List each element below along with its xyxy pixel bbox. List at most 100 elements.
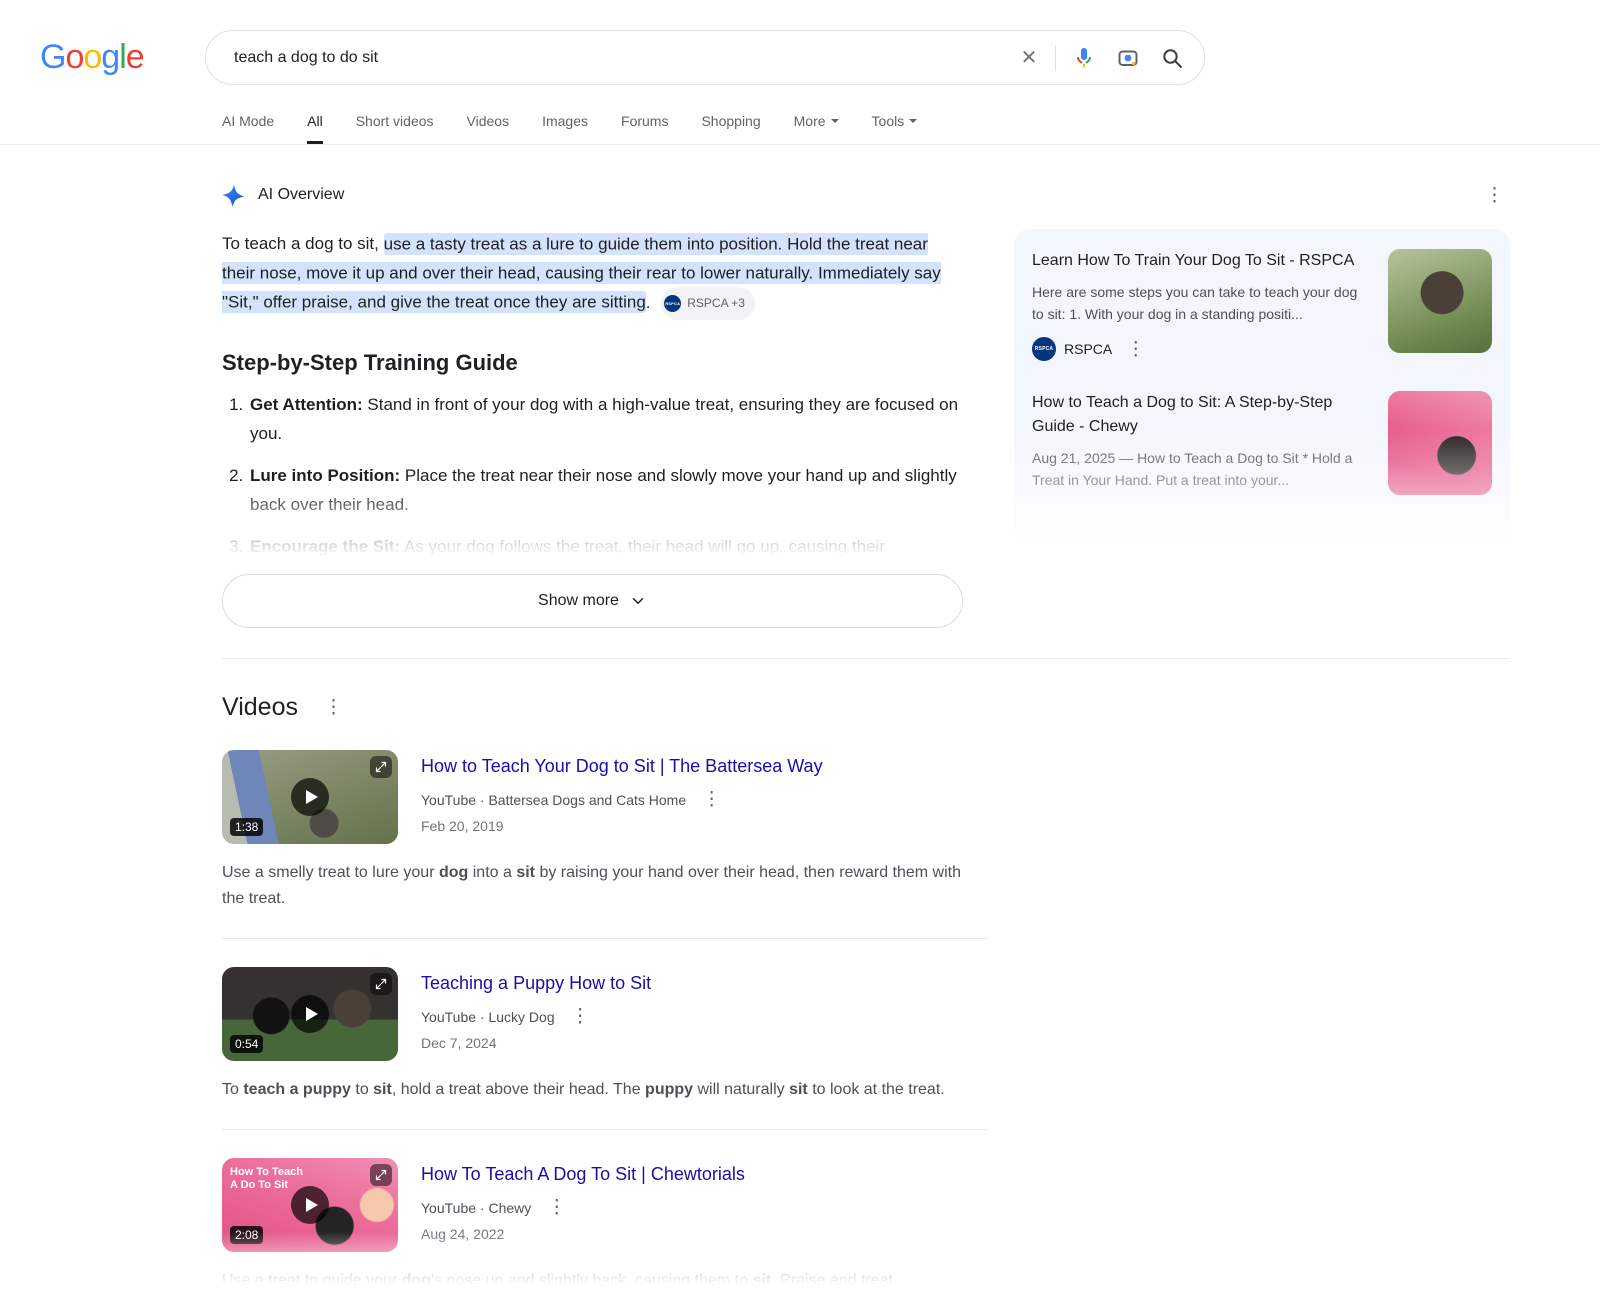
source-card-title[interactable]: Learn How To Train Your Dog To Sit - RSP…	[1032, 249, 1372, 273]
ai-overview-section: AI Overview ⋮ To teach a dog to sit, use…	[222, 145, 1510, 659]
chevron-down-icon	[909, 119, 917, 123]
videos-section: Videos ⋮ 1:38 How to Teach Your Dog to S…	[222, 693, 988, 1294]
play-icon[interactable]	[291, 995, 329, 1033]
ai-overview-paragraph: To teach a dog to sit, use a tasty treat…	[222, 229, 963, 320]
video-source: YouTube · Battersea Dogs and Cats Home	[421, 792, 686, 808]
ai-overview-body: To teach a dog to sit, use a tasty treat…	[222, 229, 963, 628]
video-thumbnail[interactable]: 1:38	[222, 750, 398, 844]
expand-icon[interactable]	[370, 756, 392, 778]
tab-shopping[interactable]: Shopping	[701, 105, 760, 144]
expand-icon[interactable]	[370, 973, 392, 995]
video-duration: 2:08	[230, 1226, 263, 1244]
video-duration: 0:54	[230, 1035, 263, 1053]
tab-label: Images	[542, 113, 588, 129]
tab-label: Tools	[872, 113, 905, 129]
tab-forums[interactable]: Forums	[621, 105, 668, 144]
play-icon[interactable]	[291, 1186, 329, 1224]
ai-overview-text: To teach a dog to sit, use a tasty treat…	[222, 233, 941, 314]
ai-overview-menu-icon[interactable]: ⋮	[1479, 184, 1510, 207]
lens-icon[interactable]	[1116, 46, 1140, 70]
video-date: Dec 7, 2024	[421, 1035, 651, 1051]
logo-letter: o	[65, 38, 83, 76]
results-tabbar: AI Mode All Short videos Videos Images F…	[0, 105, 1600, 145]
ai-sparkle-icon	[222, 183, 246, 207]
source-card[interactable]: How to Teach a Dog to Sit: A Step-by-Ste…	[1032, 391, 1492, 495]
video-description: To teach a puppy to sit, hold a treat ab…	[222, 1077, 978, 1103]
video-title-link[interactable]: Teaching a Puppy How to Sit	[421, 971, 651, 995]
step-title: Lure into Position:	[250, 466, 400, 485]
step-text: As your dog follows the treat, their hea…	[400, 537, 885, 556]
source-card-source: RSPCA	[1064, 341, 1112, 357]
video-result: How To Teach A Do To Sit 2:08 How To Tea…	[222, 1130, 988, 1294]
tab-tools[interactable]: Tools	[872, 105, 918, 144]
source-card-snippet: Aug 21, 2025 — How to Teach a Dog to Sit…	[1032, 447, 1372, 491]
expand-icon[interactable]	[370, 1164, 392, 1186]
source-chip[interactable]: RSPCA RSPCA +3	[661, 287, 755, 320]
tab-all[interactable]: All	[307, 105, 323, 144]
source-card-menu-icon[interactable]: ⋮	[1120, 338, 1151, 361]
video-source: YouTube · Lucky Dog	[421, 1009, 555, 1025]
tab-videos[interactable]: Videos	[467, 105, 510, 144]
source-card-thumbnail[interactable]	[1388, 391, 1492, 495]
logo-letter: G	[40, 38, 65, 76]
video-result: 0:54 Teaching a Puppy How to Sit YouTube…	[222, 939, 988, 1130]
steps-list: Get Attention: Stand in front of your do…	[222, 390, 963, 561]
tab-ai-mode[interactable]: AI Mode	[222, 105, 274, 144]
show-more-label: Show more	[538, 592, 619, 610]
rspca-favicon-icon: RSPCA	[664, 295, 681, 312]
video-source: YouTube · Chewy	[421, 1200, 531, 1216]
chevron-down-icon	[629, 592, 647, 610]
close-icon[interactable]: ✕	[1017, 46, 1041, 70]
tab-images[interactable]: Images	[542, 105, 588, 144]
step-item: Encourage the Sit: As your dog follows t…	[248, 532, 963, 561]
tab-short-videos[interactable]: Short videos	[356, 105, 434, 144]
step-title: Encourage the Sit:	[250, 537, 400, 556]
tab-more[interactable]: More	[794, 105, 839, 144]
step-item: Get Attention: Stand in front of your do…	[248, 390, 963, 448]
search-bar: ⋮ ✕	[205, 30, 1205, 85]
videos-menu-icon[interactable]: ⋮	[318, 696, 349, 719]
source-card-snippet: Here are some steps you can take to teac…	[1032, 281, 1372, 325]
step-item: Lure into Position: Place the treat near…	[248, 461, 963, 519]
play-icon[interactable]	[291, 778, 329, 816]
video-title-link[interactable]: How to Teach Your Dog to Sit | The Batte…	[421, 754, 823, 778]
search-input[interactable]	[232, 48, 1017, 68]
ai-overview-label: AI Overview	[258, 186, 344, 204]
video-title-link[interactable]: How To Teach A Dog To Sit | Chewtorials	[421, 1162, 745, 1186]
video-menu-icon[interactable]: ⋮	[541, 1196, 572, 1219]
source-card-thumbnail[interactable]	[1388, 249, 1492, 353]
tab-label: More	[794, 113, 826, 129]
video-date: Feb 20, 2019	[421, 818, 823, 834]
logo-letter: o	[83, 38, 101, 76]
rspca-favicon-icon: RSPCA	[1032, 337, 1056, 361]
logo-letter: g	[101, 38, 119, 76]
video-thumbnail[interactable]: How To Teach A Do To Sit 2:08	[222, 1158, 398, 1252]
video-menu-icon[interactable]: ⋮	[696, 788, 727, 811]
video-duration: 1:38	[230, 818, 263, 836]
guide-heading: Step-by-Step Training Guide	[222, 350, 963, 376]
mic-icon[interactable]	[1072, 46, 1096, 70]
search-divider	[1055, 45, 1056, 71]
show-more-button[interactable]: Show more	[222, 574, 963, 628]
tab-label: AI Mode	[222, 113, 274, 129]
video-description: Use a treat to guide your dog's nose up …	[222, 1268, 978, 1294]
video-result: 1:38 How to Teach Your Dog to Sit | The …	[222, 722, 988, 939]
video-description: Use a smelly treat to lure your dog into…	[222, 860, 978, 912]
ai-overview-sources-panel: Learn How To Train Your Dog To Sit - RSP…	[1014, 229, 1510, 551]
videos-heading: Videos	[222, 693, 298, 722]
source-chip-label: RSPCA +3	[687, 289, 745, 318]
tab-label: All	[307, 113, 323, 129]
video-thumbnail[interactable]: 0:54	[222, 967, 398, 1061]
google-search-results-page: Google ⋮ ✕	[0, 0, 1600, 1294]
search-icon[interactable]	[1160, 46, 1184, 70]
tab-label: Videos	[467, 113, 510, 129]
google-logo[interactable]: Google	[40, 38, 145, 77]
steps-list-wrapper: Get Attention: Stand in front of your do…	[222, 390, 963, 568]
header: Google ⋮ ✕	[0, 0, 1600, 85]
tab-label: Forums	[621, 113, 668, 129]
tab-label: Short videos	[356, 113, 434, 129]
source-card-title[interactable]: How to Teach a Dog to Sit: A Step-by-Ste…	[1032, 391, 1372, 439]
tab-label: Shopping	[701, 113, 760, 129]
source-card[interactable]: Learn How To Train Your Dog To Sit - RSP…	[1032, 249, 1492, 361]
video-menu-icon[interactable]: ⋮	[565, 1005, 596, 1028]
